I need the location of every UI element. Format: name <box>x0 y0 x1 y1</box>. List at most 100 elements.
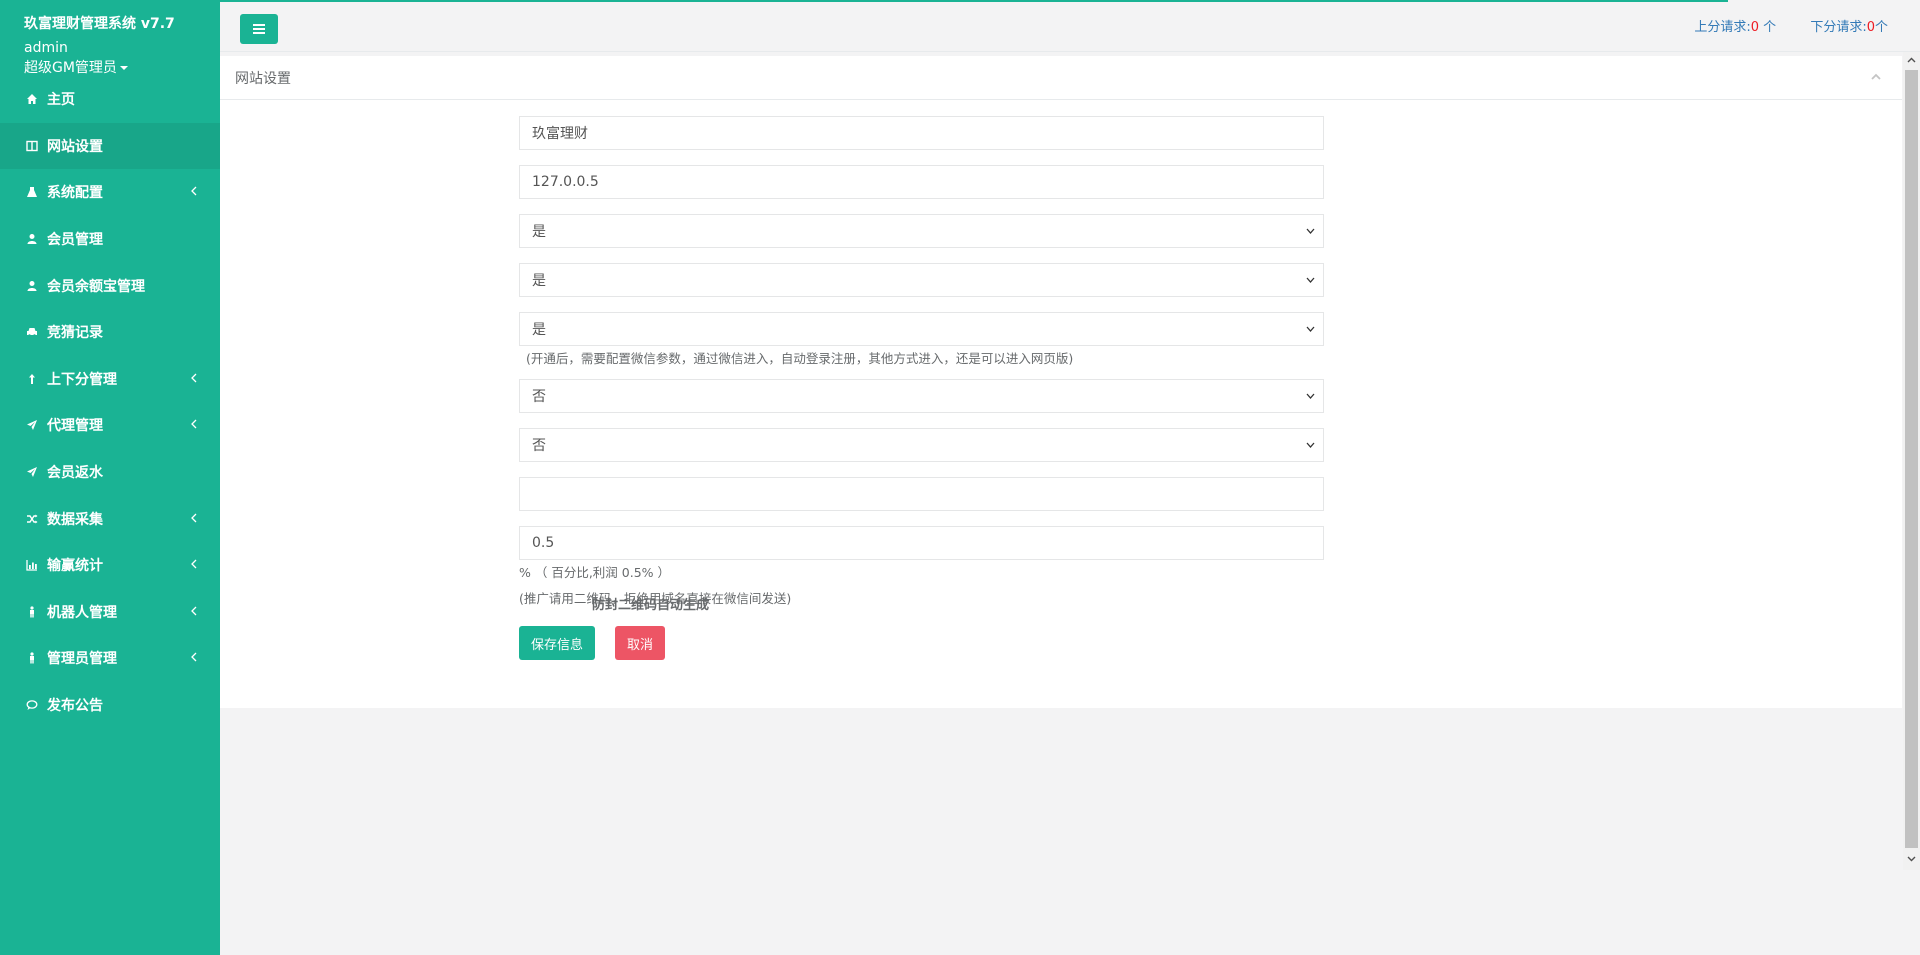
sidebar: 玖富理财管理系统 v7.7 admin 超级GM管理员 主页 网站设置 系统配置… <box>0 0 220 955</box>
request-counters: 上分请求:0 个 下分请求:0个 <box>1664 16 1888 35</box>
wechat-auto-login-help: (开通后，需要配置微信参数，通过微信进入，自动登录注册，其他方式进入，还是可以进… <box>526 351 1074 366</box>
loading-progress-line <box>220 0 1728 2</box>
sidebar-item-label: 会员返水 <box>47 465 103 482</box>
sidebar-item-label: 竞猜记录 <box>47 325 103 342</box>
paper-plane-icon <box>25 418 39 432</box>
site-name-input[interactable]: 玖富理财 <box>519 116 1324 150</box>
menu-toggle-button[interactable] <box>240 14 278 44</box>
bars-icon <box>253 24 265 34</box>
up-requests-count: 0 <box>1750 20 1760 35</box>
sidebar-item-member-rebate[interactable]: 会员返水 <box>0 449 220 496</box>
sidebar-item-credit-management[interactable]: 上下分管理 <box>0 356 220 403</box>
auto-rebate-select[interactable]: 否 <box>519 428 1324 462</box>
user-name: admin <box>24 40 68 56</box>
sidebar-nav: 主页 网站设置 系统配置 会员管理 会员余额宝管理 竞猜记录 上下分管理 代理管… <box>0 76 220 728</box>
flask-icon <box>25 185 39 199</box>
wechat-auto-login-value: 是 <box>532 322 546 338</box>
scroll-down-icon[interactable] <box>1907 854 1916 863</box>
sidebar-item-label: 管理员管理 <box>47 651 117 668</box>
sidebar-item-member-yuebao[interactable]: 会员余额宝管理 <box>0 262 220 309</box>
chevron-left-icon <box>190 604 198 620</box>
scrollbar-thumb[interactable] <box>1905 70 1918 848</box>
settings-panel: 网站设置 网站名称 玖富理财 网站域名(不带http) 127.0.0.5 网站… <box>220 56 1902 708</box>
baidu-search-value: 否 <box>532 389 546 405</box>
panel-header: 网站设置 <box>220 56 1902 100</box>
sidebar-item-site-settings[interactable]: 网站设置 <box>0 122 220 170</box>
sidebar-item-member-management[interactable]: 会员管理 <box>0 216 220 263</box>
sidebar-item-label: 机器人管理 <box>47 604 117 621</box>
sidebar-item-label: 输赢统计 <box>47 558 103 575</box>
up-requests-unit: 个 <box>1759 20 1777 35</box>
profile: 玖富理财管理系统 v7.7 admin 超级GM管理员 <box>0 0 220 76</box>
chevron-down-icon <box>1306 228 1315 234</box>
auto-rebate-value: 否 <box>532 438 546 454</box>
top-bar: 上分请求:0 个 下分请求:0个 <box>220 0 1920 52</box>
app-title: 玖富理财管理系统 v7.7 <box>24 16 175 32</box>
wechat-auto-login-select[interactable]: 是 <box>519 312 1324 346</box>
chevron-left-icon <box>190 557 198 573</box>
random-icon <box>25 512 39 526</box>
save-button[interactable]: 保存信息 <box>519 626 596 660</box>
up-requests-link[interactable]: 上分请求:0 个 <box>1694 20 1776 35</box>
panel-title: 网站设置 <box>235 70 291 87</box>
role-dropdown[interactable]: 超级GM管理员 <box>24 58 220 78</box>
sidebar-item-win-loss-stats[interactable]: 输赢统计 <box>0 542 220 589</box>
sidebar-item-label: 发布公告 <box>47 698 103 715</box>
chevron-left-icon <box>190 511 198 527</box>
chevron-down-icon <box>1306 442 1315 448</box>
caret-down-icon <box>119 66 128 70</box>
yuebao-rate-input[interactable]: 0.5 <box>519 526 1324 560</box>
baidu-search-select[interactable]: 否 <box>519 379 1324 413</box>
male-icon <box>25 605 39 619</box>
auth-code-input[interactable] <box>519 477 1324 511</box>
site-open-value: 是 <box>532 224 546 240</box>
sidebar-item-data-collection[interactable]: 数据采集 <box>0 495 220 542</box>
sidebar-item-label: 会员管理 <box>47 232 103 249</box>
role-label: 超级GM管理员 <box>24 60 117 76</box>
chevron-left-icon <box>190 650 198 666</box>
register-open-value: 是 <box>532 273 546 289</box>
sidebar-item-home[interactable]: 主页 <box>0 76 220 123</box>
chevron-down-icon <box>1306 326 1315 332</box>
comment-icon <box>25 698 39 712</box>
paper-plane-icon <box>25 465 39 479</box>
sidebar-item-admin-management[interactable]: 管理员管理 <box>0 635 220 682</box>
chevron-down-icon <box>1306 277 1315 283</box>
sidebar-item-announcements[interactable]: 发布公告 <box>0 682 220 729</box>
site-open-select[interactable]: 是 <box>519 214 1324 248</box>
sidebar-item-label: 网站设置 <box>47 138 103 155</box>
sidebar-item-agent-management[interactable]: 代理管理 <box>0 402 220 449</box>
scroll-up-icon[interactable] <box>1907 56 1916 65</box>
sidebar-item-robot-management[interactable]: 机器人管理 <box>0 589 220 636</box>
down-requests-count: 0 <box>1866 20 1875 35</box>
down-requests-link[interactable]: 下分请求:0个 <box>1810 20 1888 35</box>
chevron-left-icon <box>190 184 198 200</box>
sidebar-item-label: 数据采集 <box>47 511 103 528</box>
male-icon <box>25 651 39 665</box>
home-icon <box>25 92 39 106</box>
bar-chart-icon <box>25 558 39 572</box>
sidebar-item-label: 代理管理 <box>47 418 103 435</box>
chevron-left-icon <box>190 417 198 433</box>
chevron-up-icon[interactable] <box>1870 71 1882 83</box>
user-icon <box>25 232 39 246</box>
qrcode-help: (推广请用二维码，拒绝用域名直接在微信间发送) <box>519 591 792 606</box>
down-requests-label: 下分请求: <box>1810 20 1867 35</box>
sidebar-item-guess-records[interactable]: 竞猜记录 <box>0 309 220 356</box>
chevron-left-icon <box>190 371 198 387</box>
page-scrollbar[interactable] <box>1903 52 1920 870</box>
cancel-button[interactable]: 取消 <box>615 626 666 660</box>
domain-input[interactable]: 127.0.0.5 <box>519 165 1324 199</box>
yuebao-rate-help: % （ 百分比,利润 0.5% ） <box>519 565 671 580</box>
car-icon <box>25 325 39 339</box>
level-up-icon <box>25 372 39 386</box>
register-open-select[interactable]: 是 <box>519 263 1324 297</box>
sidebar-item-label: 会员余额宝管理 <box>47 278 145 295</box>
sidebar-item-label: 系统配置 <box>47 185 103 202</box>
sidebar-item-system-config[interactable]: 系统配置 <box>0 169 220 216</box>
down-requests-unit: 个 <box>1874 20 1888 35</box>
chevron-down-icon <box>1306 393 1315 399</box>
sidebar-item-label: 主页 <box>47 92 75 109</box>
columns-icon <box>25 139 39 153</box>
user-icon <box>25 279 39 293</box>
